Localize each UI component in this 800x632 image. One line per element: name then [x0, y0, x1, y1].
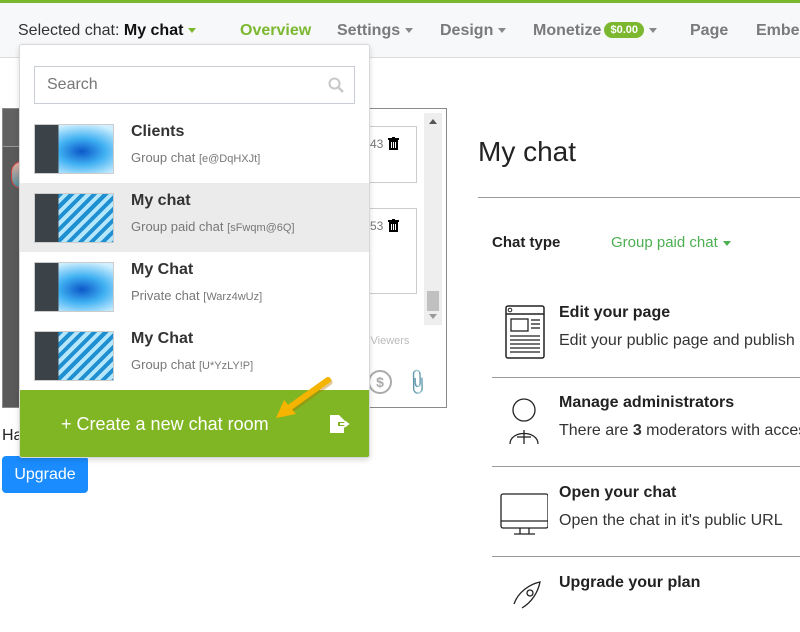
chat-thumbnail: [34, 193, 114, 243]
tab-label: Monetize: [533, 22, 602, 39]
tab-label: Design: [440, 22, 494, 39]
tab-settings[interactable]: Settings: [337, 22, 414, 40]
chat-code: [U*YzLY!P]: [198, 360, 254, 372]
divider: [492, 377, 800, 378]
chat-type-text: Group paid chat: [131, 219, 224, 234]
chat-list-item-selected[interactable]: My chat Group paid chat [sFwqm@6Q]: [20, 183, 369, 252]
chat-type-text: Group chat: [131, 150, 196, 165]
action-title: Open your chat: [559, 484, 677, 501]
search-icon[interactable]: [328, 77, 344, 93]
page-title: My chat: [478, 136, 577, 167]
divider: [492, 466, 800, 467]
tab-overview[interactable]: Overview: [240, 22, 311, 40]
description-text: There are: [559, 422, 633, 439]
paperclip-icon[interactable]: 📎: [402, 367, 433, 397]
add-user-icon: [509, 398, 539, 445]
selected-chat-dropdown[interactable]: Selected chat: My chat: [18, 22, 197, 40]
tab-design[interactable]: Design: [440, 22, 507, 40]
balance-badge: $0.00: [604, 22, 644, 38]
chat-code: [e@DqHXJt]: [198, 153, 261, 165]
chat-type: Group chat [U*YzLY!P]: [131, 357, 253, 372]
action-title: Edit your page: [559, 304, 671, 321]
chevron-down-icon: [648, 28, 657, 34]
selected-chat-label: Selected chat:: [18, 22, 120, 39]
tab-label: Embed: [756, 22, 800, 39]
chat-name: Clients: [131, 123, 185, 140]
chevron-down-icon: [722, 240, 731, 246]
chat-name: My chat: [131, 192, 191, 209]
tab-monetize[interactable]: Monetize $0.00: [533, 22, 657, 40]
tab-label: Overview: [240, 22, 312, 39]
scroll-down-arrow-icon[interactable]: [429, 314, 437, 319]
chat-type-dropdown[interactable]: Group paid chat: [611, 234, 731, 251]
selected-chat-name: My chat: [123, 22, 184, 39]
messages-scrollbar[interactable]: [424, 113, 442, 325]
rocket-icon: [513, 581, 541, 609]
create-chat-room-button[interactable]: + Create a new chat room: [20, 390, 369, 457]
action-open-chat[interactable]: Open your chat Open the chat in it's pub…: [500, 484, 800, 544]
upgrade-button[interactable]: Upgrade: [2, 456, 88, 493]
message-time: 43: [370, 137, 384, 151]
tab-embed[interactable]: Embed: [756, 22, 800, 40]
tab-page[interactable]: Page: [690, 22, 728, 40]
chat-thumbnail: [34, 331, 114, 381]
chat-list-item[interactable]: My Chat Private chat [Warz4wUz]: [20, 252, 369, 321]
tab-label: Settings: [337, 22, 401, 39]
chat-list-item[interactable]: My Chat Group chat [U*YzLY!P]: [20, 321, 369, 390]
chat-type: Private chat [Warz4wUz]: [131, 288, 262, 303]
chat-name: My Chat: [131, 330, 194, 347]
trash-icon[interactable]: [388, 219, 399, 232]
action-description: Open the chat in it's public URL: [559, 512, 783, 529]
chat-type-text: Group chat: [131, 357, 196, 372]
chat-type: Group paid chat [sFwqm@6Q]: [131, 219, 295, 234]
search-box[interactable]: [34, 66, 355, 104]
description-text: moderators with acces: [641, 422, 800, 439]
monitor-icon: [500, 493, 548, 535]
action-edit-page[interactable]: Edit your page Edit your public page and…: [500, 304, 800, 364]
action-title: Upgrade your plan: [559, 574, 701, 591]
scroll-up-arrow-icon[interactable]: [429, 119, 437, 124]
dollar-icon[interactable]: $: [368, 370, 392, 394]
chevron-down-icon: [188, 28, 197, 34]
chat-selector-menu: Clients Group chat [e@DqHXJt] My chat Gr…: [19, 44, 370, 458]
action-description: Edit your public page and publish i: [559, 332, 800, 349]
chat-name: My Chat: [131, 261, 194, 278]
moderator-count: 3: [632, 422, 642, 439]
chat-type-label: Chat type: [492, 234, 561, 251]
chat-list: Clients Group chat [e@DqHXJt] My chat Gr…: [20, 114, 369, 390]
chat-code: [sFwqm@6Q]: [227, 222, 295, 234]
chat-type-text: Private chat: [131, 288, 200, 303]
chat-thumbnail: [34, 124, 114, 174]
chat-type: Group chat [e@DqHXJt]: [131, 150, 260, 165]
logout-icon[interactable]: [329, 414, 351, 434]
divider: [478, 197, 800, 198]
scroll-thumb[interactable]: [427, 291, 439, 311]
action-manage-administrators[interactable]: Manage administrators There are 3 modera…: [500, 394, 800, 454]
trash-icon[interactable]: [388, 137, 399, 150]
chat-thumbnail: [34, 262, 114, 312]
divider: [492, 556, 800, 557]
message-time: 53: [370, 219, 384, 233]
search-input[interactable]: [35, 67, 325, 103]
chat-code: [Warz4wUz]: [203, 291, 263, 303]
chevron-down-icon: [498, 28, 507, 34]
action-description: There are 3 moderators with acces: [559, 422, 800, 440]
chevron-down-icon: [405, 28, 414, 34]
create-chat-room-label: + Create a new chat room: [61, 414, 269, 434]
action-title: Manage administrators: [559, 394, 735, 411]
tab-label: Page: [690, 22, 729, 39]
chat-list-item[interactable]: Clients Group chat [e@DqHXJt]: [20, 114, 369, 183]
webpage-icon: [505, 305, 545, 359]
chat-type-value: Group paid chat: [611, 234, 718, 251]
